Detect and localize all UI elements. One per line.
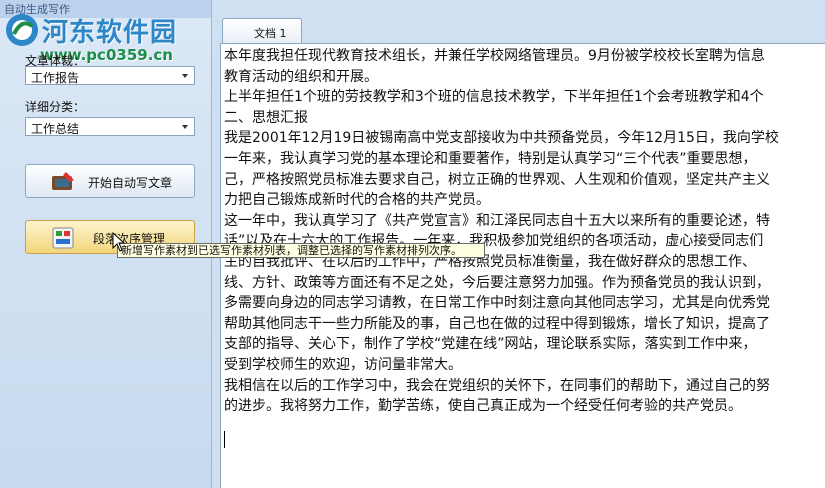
document-line: 一年来，我认真学习党的基本理论和重要著作，特别是认真学习“三个代表”重要思想， (224, 150, 757, 167)
chevron-down-icon (182, 74, 188, 78)
slate-pen-icon (52, 172, 74, 190)
tab-document-1[interactable]: 文档 1 (222, 18, 302, 43)
watermark-logo-icon (6, 14, 38, 46)
document-line: 上半年担任1个班的劳技教学和3个班的信息技术教学，下半年担任1个会考班教学和4个 (224, 89, 764, 106)
document-line: 本年度我担任现代教育技术组长，并兼任学校网络管理员。9月份被学校校长室聘为信息 (224, 48, 765, 64)
document-editor[interactable]: 本年度我担任现代教育技术组长，并兼任学校网络管理员。9月份被学校校长室聘为信息教… (220, 43, 825, 488)
document-line: 教育活动的组织和开展。 (224, 68, 378, 85)
text-caret (224, 431, 225, 448)
document-line: 线、方针、政策等方面还有不足之处，今后要注意努力加强。作为预备党员的我认识到， (224, 274, 770, 291)
doc-type-select[interactable]: 工作报告 (25, 66, 195, 85)
document-line: 受到学校师生的欢迎，访问量非常大。 (224, 356, 462, 373)
watermark-name: 河东软件园 (42, 18, 178, 48)
mouse-cursor-icon (112, 232, 126, 252)
list-order-icon (52, 227, 74, 249)
document-line: 帮助其他同志干一些力所能及的事，自己也在做的过程中得到锻炼，增长了知识，提高了 (224, 315, 770, 332)
detail-category-value: 工作总结 (31, 122, 80, 136)
tab-label: 文档 1 (254, 27, 287, 40)
detail-category-select[interactable]: 工作总结 (25, 117, 195, 136)
doc-type-value: 工作报告 (31, 71, 80, 85)
detail-category-label: 详细分类： (25, 100, 86, 114)
auto-write-label: 开始自动写文章 (88, 176, 173, 190)
document-line: 二、思想汇报 (224, 109, 308, 126)
document-line: 力把自己锻炼成新时代的合格的共产党员。 (224, 192, 490, 209)
document-line: 我是2001年12月19日被锡南高中党支部接收为中共预备党员，今年12月15日，… (224, 130, 779, 147)
auto-write-button[interactable]: 开始自动写文章 (25, 164, 195, 198)
document-line: 支部的指导、关心下，制作了学校“党建在线”网站，理论联系实际，落实到工作中来， (224, 336, 757, 353)
chevron-down-icon (182, 125, 188, 129)
document-line: 这一年中，我认真学习了《共产党宣言》和江泽民同志自十五大以来所有的重要论述，特 (224, 212, 770, 229)
document-line: 我相信在以后的工作学习中，我会在党组织的关怀下，在同事们的帮助下，通过自己的努 (224, 377, 770, 394)
document-line: 的进步。我将努力工作，勤学苦练，使自己真正成为一个经受任何考验的共产党员。 (224, 398, 742, 415)
tooltip: 新增写作素材到已选写作素材列表，调整已选择的写作素材排列次序。 (117, 243, 485, 258)
document-line: 己，严格按照党员标准去要求自己，树立正确的世界观、人生观和价值观，坚定共产主义 (224, 171, 770, 188)
document-line: 多需要向身边的同志学习请教，在日常工作中时刻注意向其他同志学习，尤其是向优秀党 (224, 295, 770, 312)
document-text[interactable]: 本年度我担任现代教育技术组长，并兼任学校网络管理员。9月份被学校校长室聘为信息教… (224, 46, 825, 417)
